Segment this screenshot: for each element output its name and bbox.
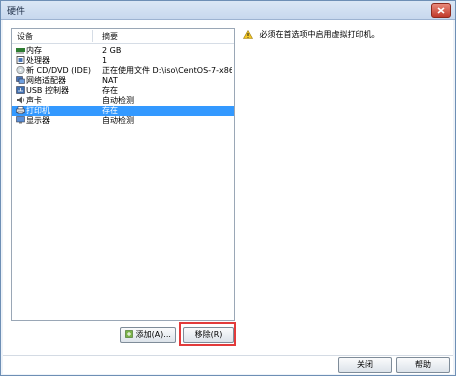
device-summary: 自动检测: [102, 116, 134, 125]
help-button-label: 帮助: [415, 360, 431, 369]
column-divider: [92, 30, 93, 42]
printer-message: 必须在首选项中启用虚拟打印机。: [243, 29, 380, 40]
processor-icon: [16, 56, 25, 64]
message-text: 必须在首选项中启用虚拟打印机。: [259, 30, 380, 39]
device-list: 设备 摘要 内存 2 GB 处理器 1 新 CD/DVD (IDE) 正在使用文…: [11, 28, 235, 321]
close-button-label: 关闭: [357, 360, 373, 369]
device-summary: 自动检测: [102, 96, 134, 105]
window-title: 硬件: [7, 7, 26, 17]
device-summary: 存在: [102, 86, 118, 95]
close-icon: [437, 7, 445, 14]
add-button-label: 添加(A)...: [135, 330, 171, 339]
add-button[interactable]: 添加(A)...: [120, 327, 176, 343]
device-name: 处理器: [26, 56, 50, 65]
device-row-printer[interactable]: 打印机 存在: [12, 106, 234, 116]
cd-dvd-icon: [16, 66, 25, 74]
device-summary: NAT: [102, 76, 118, 85]
memory-icon: [16, 48, 25, 54]
device-name: 显示器: [26, 116, 50, 125]
title-bar: 硬件: [1, 1, 455, 20]
footer-separator: [3, 355, 453, 356]
device-name: 内存: [26, 46, 42, 55]
warning-icon: [243, 30, 253, 39]
printer-icon: [16, 106, 25, 114]
device-name: 网络适配器: [26, 76, 66, 85]
hardware-dialog: 硬件 设备 摘要 内存 2 GB 处理器 1 新 CD/DVD (IDE) 正在…: [0, 0, 456, 376]
list-header: 设备 摘要: [12, 29, 234, 44]
sound-card-icon: [17, 96, 25, 104]
device-name: 声卡: [26, 96, 42, 105]
help-button[interactable]: 帮助: [396, 357, 450, 373]
dialog-body: 设备 摘要 内存 2 GB 处理器 1 新 CD/DVD (IDE) 正在使用文…: [3, 20, 453, 374]
device-name: 新 CD/DVD (IDE): [26, 66, 91, 75]
device-summary: 1: [102, 56, 108, 65]
device-name: USB 控制器: [26, 86, 69, 95]
network-adapter-icon: [16, 76, 25, 84]
device-row-network-adapter[interactable]: 网络适配器 NAT: [12, 76, 234, 86]
close-window-button[interactable]: [431, 3, 451, 18]
highlight-box: [179, 322, 236, 346]
device-row-cd-dvd[interactable]: 新 CD/DVD (IDE) 正在使用文件 D:\iso\CentOS-7-x8…: [12, 66, 234, 76]
add-hardware-icon: [125, 330, 133, 338]
display-icon: [16, 116, 25, 124]
device-row-display[interactable]: 显示器 自动检测: [12, 116, 234, 126]
device-summary: 存在: [102, 106, 118, 115]
usb-controller-icon: [16, 86, 25, 94]
device-row-memory[interactable]: 内存 2 GB: [12, 46, 234, 56]
close-button[interactable]: 关闭: [338, 357, 392, 373]
device-name: 打印机: [26, 106, 50, 115]
device-row-processor[interactable]: 处理器 1: [12, 56, 234, 66]
device-row-usb-controller[interactable]: USB 控制器 存在: [12, 86, 234, 96]
device-row-sound-card[interactable]: 声卡 自动检测: [12, 96, 234, 106]
column-header-summary[interactable]: 摘要: [102, 31, 118, 42]
column-header-device[interactable]: 设备: [17, 31, 33, 42]
device-summary: 正在使用文件 D:\iso\CentOS-7-x86...: [102, 66, 232, 75]
device-summary: 2 GB: [102, 46, 122, 55]
